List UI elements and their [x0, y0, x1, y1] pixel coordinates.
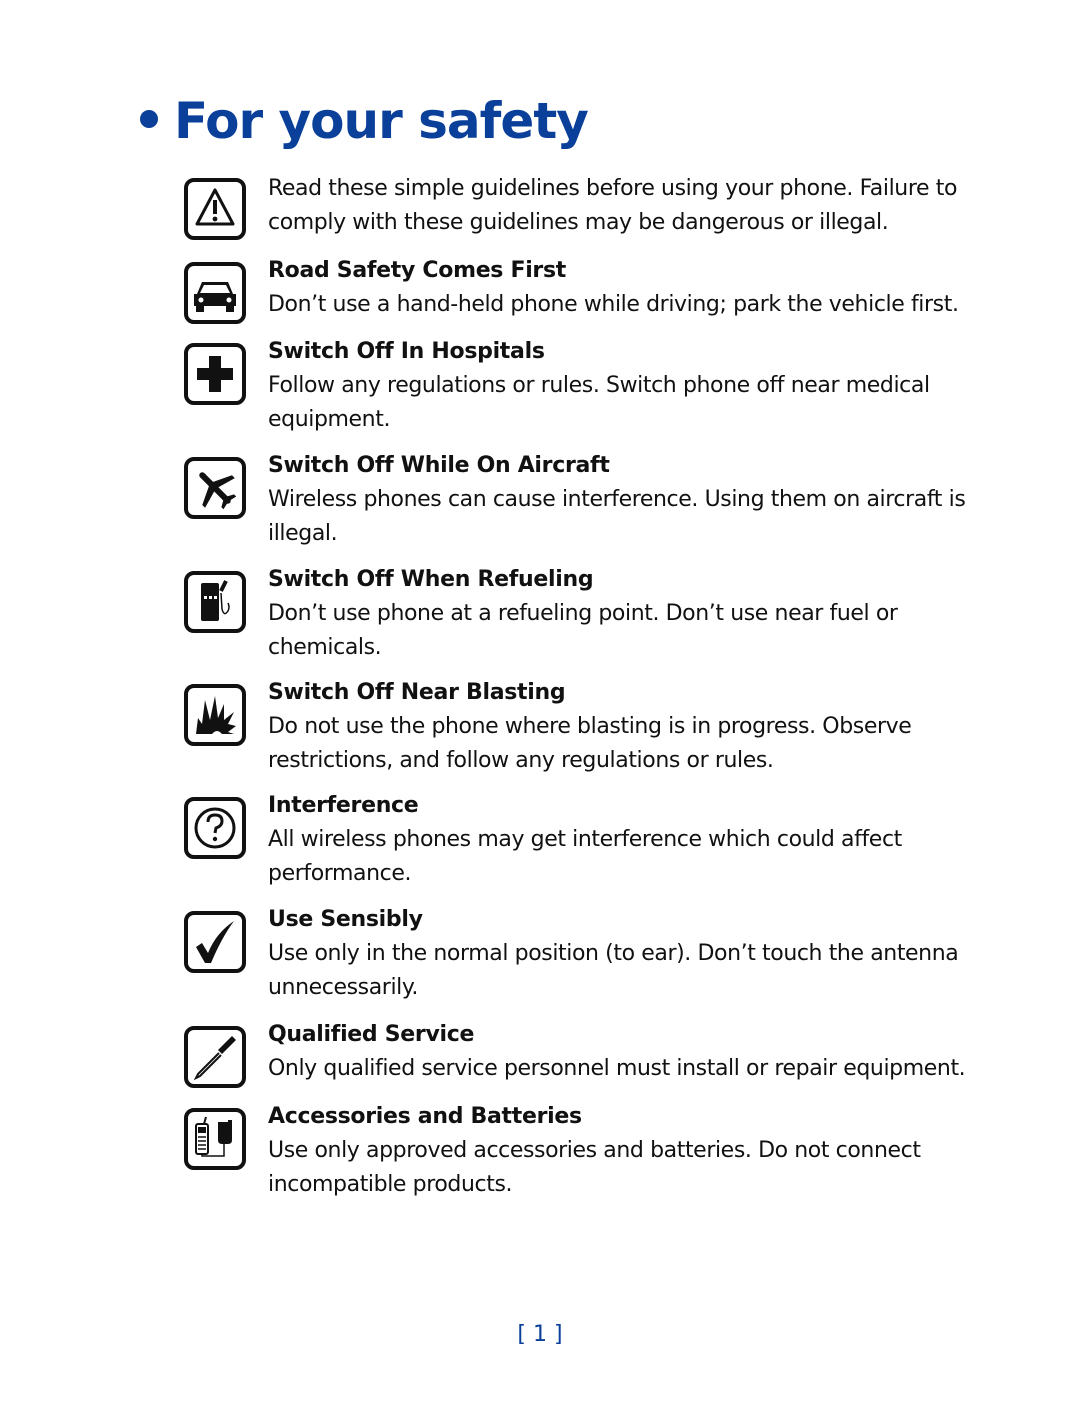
section-heading: Accessories and Batteries: [268, 1104, 582, 1129]
intro-text: Read these simple guidelines before usin…: [268, 176, 958, 235]
section-heading: Switch Off Near Blasting: [268, 680, 566, 705]
section-text: Don’t use phone at a refueling point. Do…: [268, 601, 898, 660]
car-icon: [184, 262, 246, 324]
section-heading: Qualified Service: [268, 1022, 475, 1047]
checkmark-icon: [184, 911, 246, 973]
page-number: [ 1 ]: [517, 1322, 563, 1347]
section-text: Only qualified service personnel must in…: [268, 1056, 966, 1081]
section-text: Do not use the phone where blasting is i…: [268, 714, 912, 773]
fuel-pump-icon: [184, 571, 246, 633]
section-heading: Switch Off In Hospitals: [268, 339, 545, 364]
page-title-text: For your safety: [174, 92, 589, 150]
section-heading: Interference: [268, 793, 419, 818]
section-text: Wireless phones can cause interference. …: [268, 487, 966, 546]
section-text: Use only in the normal position (to ear)…: [268, 941, 959, 1000]
warning-icon: [184, 178, 246, 240]
section-heading: Road Safety Comes First: [268, 258, 566, 283]
section-text: Follow any regulations or rules. Switch …: [268, 373, 930, 432]
section-text: Use only approved accessories and batter…: [268, 1138, 921, 1197]
airplane-icon: [184, 457, 246, 519]
section-text: All wireless phones may get interference…: [268, 827, 902, 886]
section-heading: Switch Off When Refueling: [268, 567, 594, 592]
screwdriver-icon: [184, 1026, 246, 1088]
explosion-icon: [184, 684, 246, 746]
section-text: Don’t use a hand-held phone while drivin…: [268, 292, 959, 317]
phone-charger-icon: [184, 1108, 246, 1170]
hospital-cross-icon: [184, 343, 246, 405]
page-title: For your safety: [140, 96, 589, 146]
question-icon: [184, 797, 246, 859]
section-heading: Use Sensibly: [268, 907, 423, 932]
section-heading: Switch Off While On Aircraft: [268, 453, 610, 478]
title-bullet: [140, 109, 158, 128]
